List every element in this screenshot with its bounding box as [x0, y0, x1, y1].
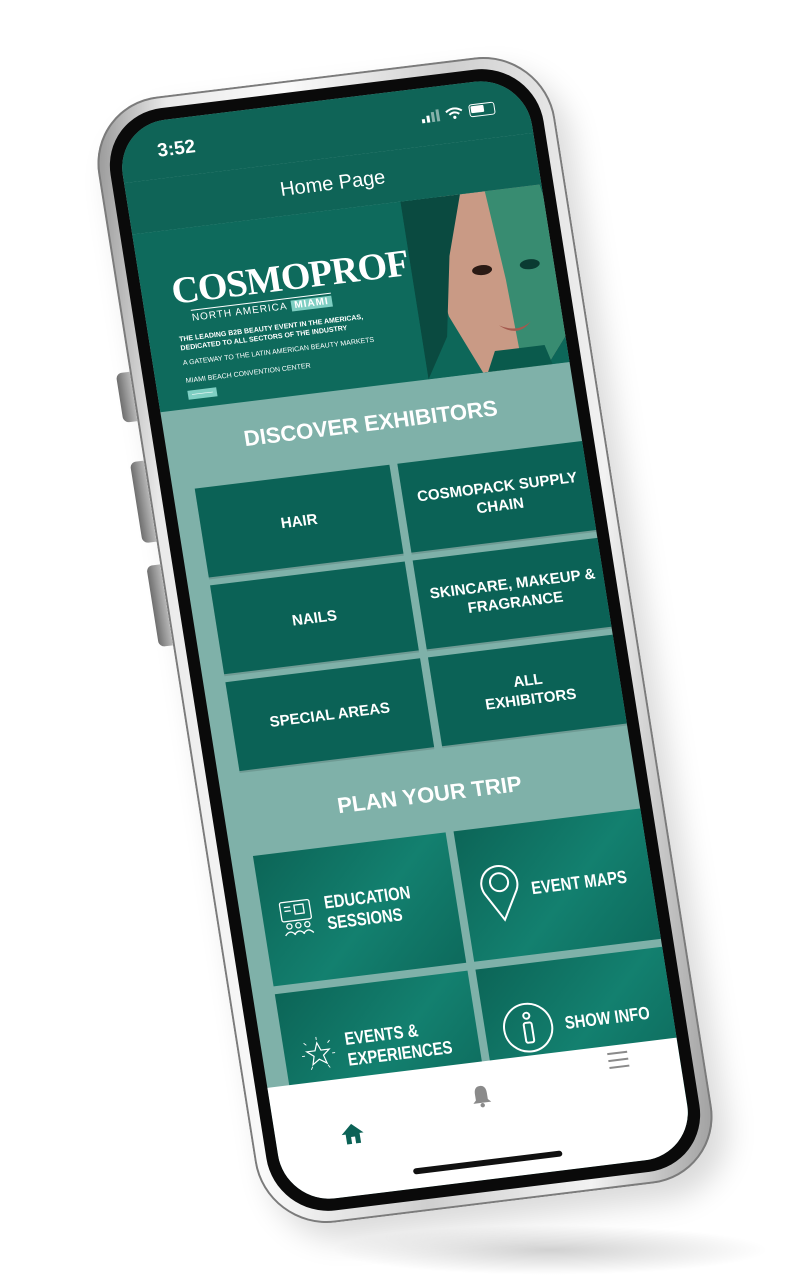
presentation-icon — [278, 899, 315, 937]
show-info-label: SHOW INFO — [563, 1002, 652, 1033]
battery-icon — [468, 101, 496, 118]
tile-hair[interactable]: HAIR — [194, 464, 404, 578]
app-screen: 3:52 Home Page COSMOPROF NORTH AMERICA MI… — [114, 75, 696, 1205]
date-badge: ――― — [187, 387, 218, 400]
wifi-icon — [445, 106, 463, 119]
education-sessions-label: EDUCATION SESSIONS — [322, 882, 413, 934]
star-icon — [302, 1036, 336, 1070]
tile-cosmopack-supply-chain[interactable]: COSMOPACK SUPPLY CHAIN — [397, 440, 601, 553]
phone-shadow — [330, 1225, 770, 1275]
tile-event-maps[interactable]: EVENT MAPS — [453, 807, 665, 962]
events-experiences-label: EVENTS & EXPERIENCES — [342, 1020, 454, 1070]
product-photo: 3:52 Home Page COSMOPROF NORTH AMERICA MI… — [0, 0, 794, 1288]
map-pin-icon — [480, 865, 519, 922]
tile-special-areas[interactable]: SPECIAL AREAS — [225, 658, 435, 772]
home-indicator[interactable] — [412, 1150, 563, 1175]
bell-icon[interactable] — [469, 1083, 493, 1109]
tile-education-sessions[interactable]: EDUCATION SESSIONS — [252, 832, 467, 987]
menu-icon[interactable] — [606, 1050, 631, 1070]
signal-icon — [420, 108, 441, 123]
event-maps-label: EVENT MAPS — [529, 866, 629, 898]
model-face-image — [400, 184, 570, 380]
tile-all-exhibitors[interactable]: ALL EXHIBITORS — [427, 634, 631, 747]
info-icon — [503, 1002, 554, 1053]
tile-nails[interactable]: NAILS — [210, 561, 419, 675]
phone-device: 3:52 Home Page COSMOPROF NORTH AMERICA MI… — [87, 48, 723, 1232]
tile-skincare-makeup-fragrance[interactable]: SKINCARE, MAKEUP & FRAGRANCE — [412, 537, 616, 650]
status-time: 3:52 — [155, 136, 197, 162]
home-icon[interactable] — [338, 1120, 368, 1147]
